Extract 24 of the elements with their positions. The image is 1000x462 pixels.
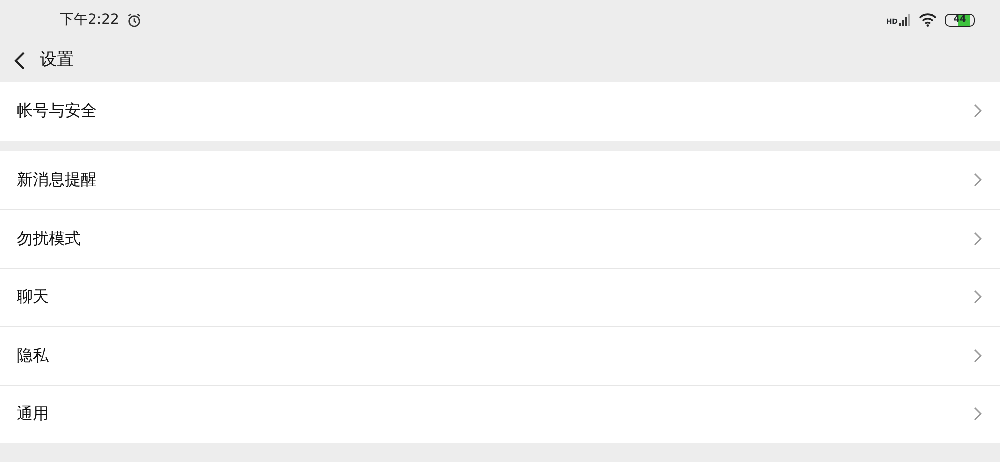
settings-row[interactable]: 新消息提醒: [0, 150, 1000, 209]
chevron-icon: [974, 348, 982, 363]
status-time: 下午2:22: [60, 10, 120, 30]
settings-row[interactable]: 隐私: [0, 326, 1000, 384]
chevron-icon: [974, 290, 982, 304]
row-label: 新消息提醒: [17, 168, 97, 191]
row-label: 聊天: [17, 286, 49, 308]
row-label: 帐号与安全: [17, 100, 97, 122]
alarm-clock-icon: [127, 12, 142, 28]
chevron-icon: [974, 172, 982, 187]
settings-row[interactable]: 聊天: [0, 268, 1000, 326]
chevron-icon: [974, 407, 982, 422]
settings-row[interactable]: 帐号与安全: [0, 82, 1000, 140]
back-icon[interactable]: [14, 52, 26, 70]
page-title: 设置: [40, 49, 74, 72]
row-label: 通用: [17, 403, 49, 426]
row-label: 勿扰模式: [17, 228, 81, 250]
chevron-icon: [974, 232, 982, 246]
settings-row[interactable]: 通用: [0, 384, 1000, 443]
row-label: 隐私: [17, 344, 49, 367]
wifi-icon: [919, 13, 937, 27]
chevron-icon: [974, 104, 982, 118]
settings-row[interactable]: 勿扰模式: [0, 209, 1000, 268]
signal-icon: [899, 14, 911, 26]
